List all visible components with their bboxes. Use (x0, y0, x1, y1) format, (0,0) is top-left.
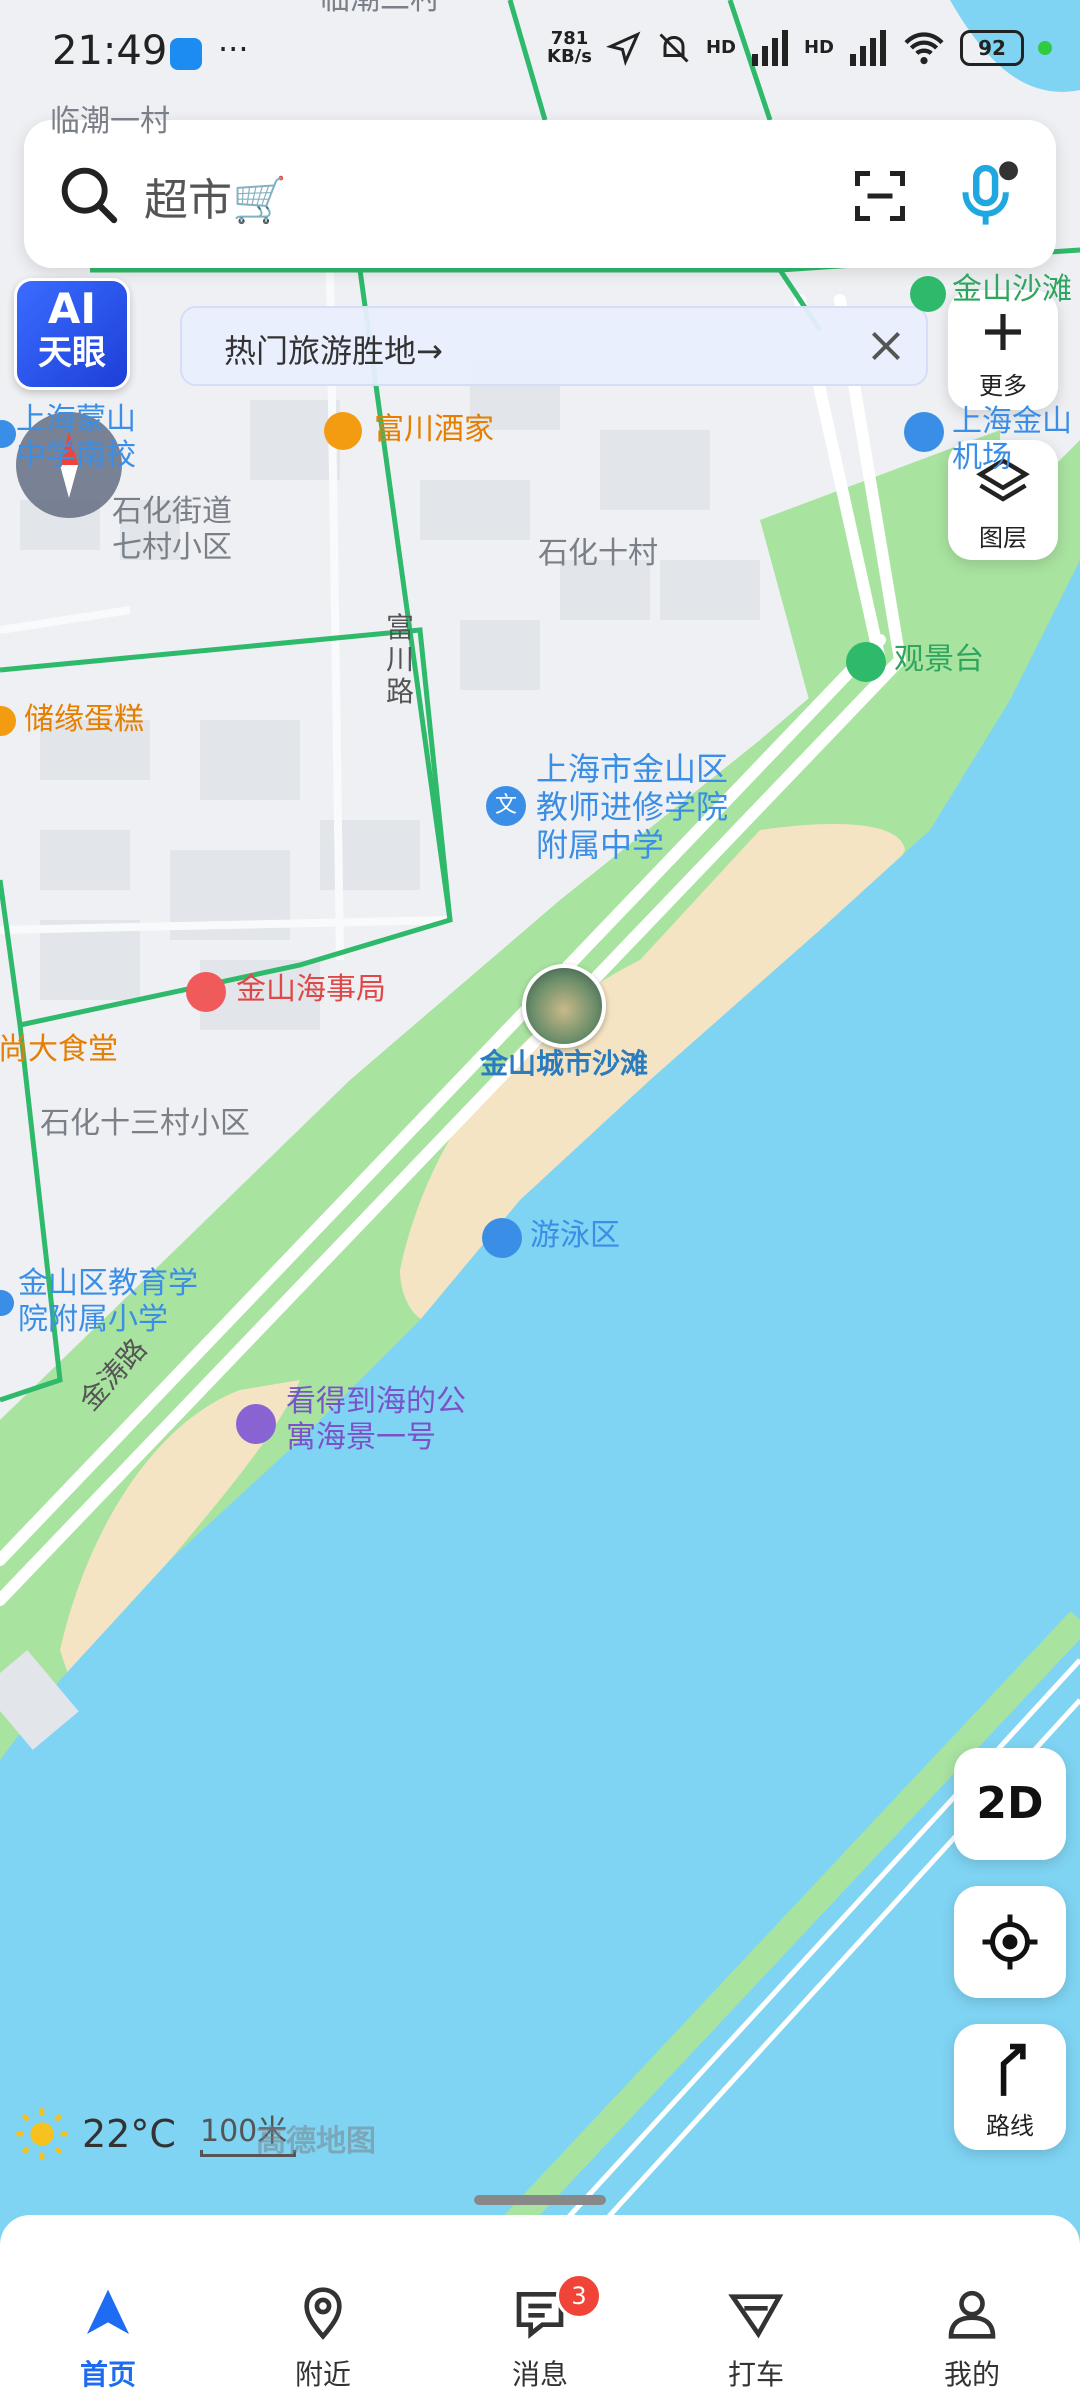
beach-top-marker-icon[interactable] (910, 276, 946, 312)
search-bar[interactable]: 超市🛒 (24, 120, 1056, 268)
nav-profile-label: 我的 (943, 2358, 1000, 2391)
poi-top-community: 临潮二村 (320, 0, 440, 18)
messages-badge: 3 (556, 2273, 602, 2319)
nav-messages[interactable]: 3 消息 (460, 2273, 620, 2393)
more-button[interactable]: 更多 (948, 290, 1058, 410)
signal-icon-2 (850, 30, 886, 66)
poi-cake-shop[interactable]: 储缘蛋糕 (24, 702, 144, 738)
road-fuchuan: 富川路 (386, 611, 415, 708)
battery-indicator: 92 (960, 30, 1024, 66)
restaurant-marker-icon[interactable] (324, 412, 362, 450)
poi-teacher-college-school[interactable]: 上海市金山区 教师进修学院 附属中学 (536, 750, 728, 864)
signal-hd-2: HD (803, 37, 834, 58)
poi-seaview-apartment[interactable]: 看得到海的公 寓海景一号 (286, 1384, 466, 1456)
nav-messages-label: 消息 (511, 2358, 568, 2391)
nav-profile[interactable]: 我的 (892, 2285, 1052, 2393)
route-button[interactable]: 路线 (954, 2024, 1066, 2150)
ai-eye-line2: 天眼 (38, 333, 106, 373)
status-indicators: 781 KB/s HD HD 92 (547, 30, 1052, 66)
route-label: 路线 (986, 2112, 1034, 2140)
poi-maritime-bureau[interactable]: 金山海事局 (236, 972, 386, 1008)
locate-button[interactable] (954, 1886, 1066, 1998)
poi-swim-area[interactable]: 游泳区 (530, 1218, 620, 1254)
maritime-bureau-marker-icon[interactable] (186, 972, 226, 1012)
profile-icon (948, 2290, 996, 2339)
poi-top-right-beach[interactable]: 金山沙滩 (952, 272, 1072, 308)
poi-primary-school[interactable]: 金山区教育学 院附属小学 (18, 1266, 198, 1338)
network-speed: 781 KB/s (547, 30, 592, 66)
ai-eye-button[interactable]: AI 天眼 (14, 278, 130, 390)
map-app-notification-icon (170, 38, 202, 70)
poi-mengshan-school[interactable]: 上海蒙山 中学南校 (16, 402, 136, 474)
poi-community-13: 石化十三村小区 (40, 1106, 250, 1141)
route-turn-icon (1000, 2043, 1026, 2096)
status-dot (1038, 41, 1052, 55)
close-icon[interactable] (868, 328, 904, 364)
view-mode-button[interactable]: 2D (954, 1748, 1066, 1860)
poi-community-shicun: 石化十村 (538, 536, 658, 571)
more-notifications: ··· (218, 30, 249, 68)
drag-handle[interactable] (474, 2195, 606, 2205)
poi-top-left-community: 临潮一村 (50, 104, 170, 139)
weather-widget[interactable]: 22°C (14, 2106, 176, 2162)
signal-hd-1: HD (705, 37, 736, 58)
search-input[interactable]: 超市🛒 (144, 164, 287, 228)
network-speed-unit: KB/s (547, 46, 592, 67)
scan-icon[interactable] (850, 166, 910, 226)
view-mode-label: 2D (976, 1778, 1044, 1829)
poi-fuchuan-restaurant[interactable]: 富川酒家 (374, 412, 494, 448)
poi-community-qicun: 石化街道 七村小区 (112, 494, 232, 565)
mute-bell-icon (659, 33, 689, 63)
plus-icon (985, 314, 1021, 350)
location-arrow-icon (605, 31, 641, 66)
hotel-marker-icon[interactable] (236, 1404, 276, 1444)
more-label: 更多 (979, 372, 1027, 400)
wifi-icon (904, 32, 944, 65)
viewpoint-marker-icon[interactable] (846, 642, 886, 682)
poi-jinshan-city-beach[interactable]: 金山城市沙滩 (480, 1046, 648, 1082)
poi-canteen[interactable]: 尚大食堂 (0, 1032, 118, 1068)
status-bar: 21:49 ··· 781 KB/s HD HD 92 (0, 0, 1080, 110)
school-marker-icon[interactable]: 文 (486, 786, 526, 826)
navigate-arrow-icon (87, 2289, 129, 2334)
locate-icon (982, 1914, 1038, 1970)
beach-photo-marker-icon[interactable] (522, 964, 606, 1048)
amap-brand-watermark: 高德地图 (256, 2124, 376, 2159)
location-pin-icon (304, 2287, 342, 2340)
nav-taxi[interactable]: 打车 (676, 2285, 836, 2393)
layers-label: 图层 (979, 524, 1027, 552)
nav-home[interactable]: 首页 (28, 2285, 188, 2393)
banner-text: 热门旅游胜地→ (224, 332, 443, 370)
airport-marker-icon[interactable] (904, 412, 944, 452)
poi-airport[interactable]: 上海金山 机场 (952, 404, 1072, 476)
status-time: 21:49 (52, 28, 168, 74)
poi-viewpoint[interactable]: 观景台 (894, 642, 984, 678)
nav-home-label: 首页 (79, 2358, 136, 2391)
weather-temp: 22°C (82, 2112, 176, 2156)
nav-taxi-label: 打车 (727, 2358, 784, 2391)
voice-icon[interactable] (954, 160, 1020, 230)
taxi-icon (728, 2294, 784, 2339)
hot-destinations-banner[interactable]: 热门旅游胜地→ (180, 306, 928, 386)
nav-nearby-label: 附近 (294, 2358, 351, 2391)
sun-icon (16, 2108, 68, 2160)
swim-area-marker-icon[interactable] (482, 1218, 522, 1258)
ai-eye-line1: AI (47, 284, 97, 333)
signal-icon-1 (751, 30, 788, 66)
search-icon (61, 167, 118, 224)
nav-nearby[interactable]: 附近 (243, 2285, 403, 2393)
